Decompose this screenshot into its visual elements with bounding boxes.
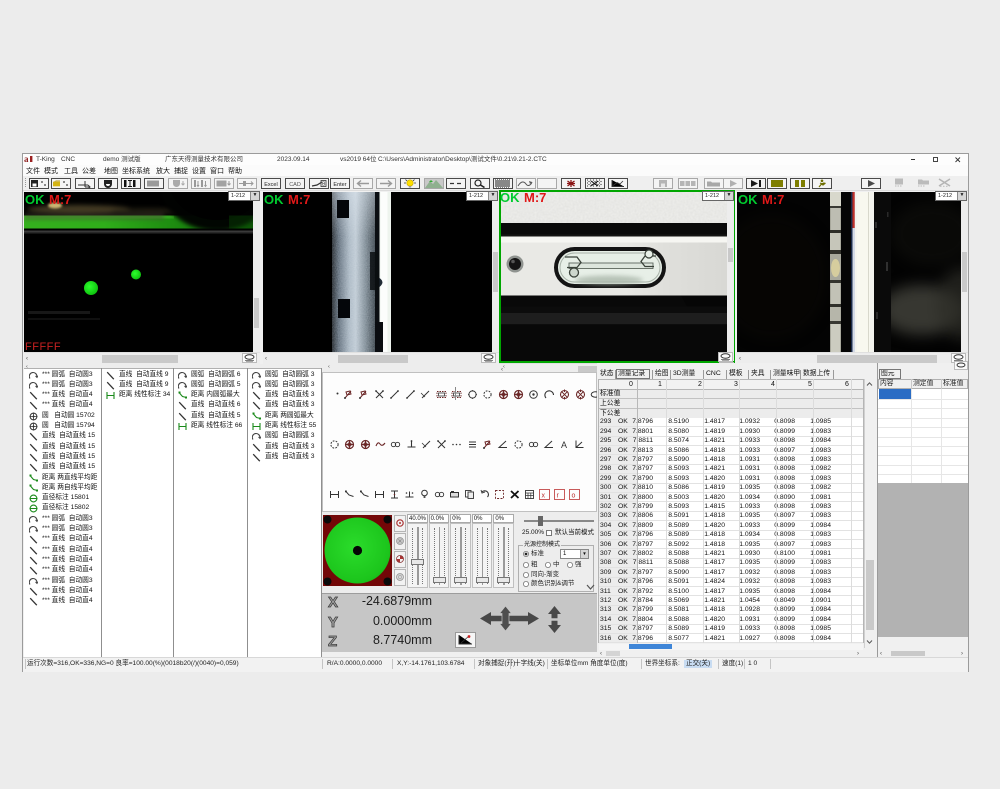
svg-text:o: o — [572, 493, 576, 500]
svg-text:a: a — [24, 155, 29, 163]
svg-text:CAD: CAD — [289, 182, 301, 188]
svg-text:r: r — [557, 493, 560, 500]
svg-text:Excel: Excel — [264, 182, 277, 188]
svg-text:A: A — [561, 440, 567, 450]
svg-text:Enter: Enter — [333, 182, 346, 188]
svg-text:FFFFF: FFFFF — [25, 341, 61, 352]
svg-text:x: x — [542, 493, 546, 500]
